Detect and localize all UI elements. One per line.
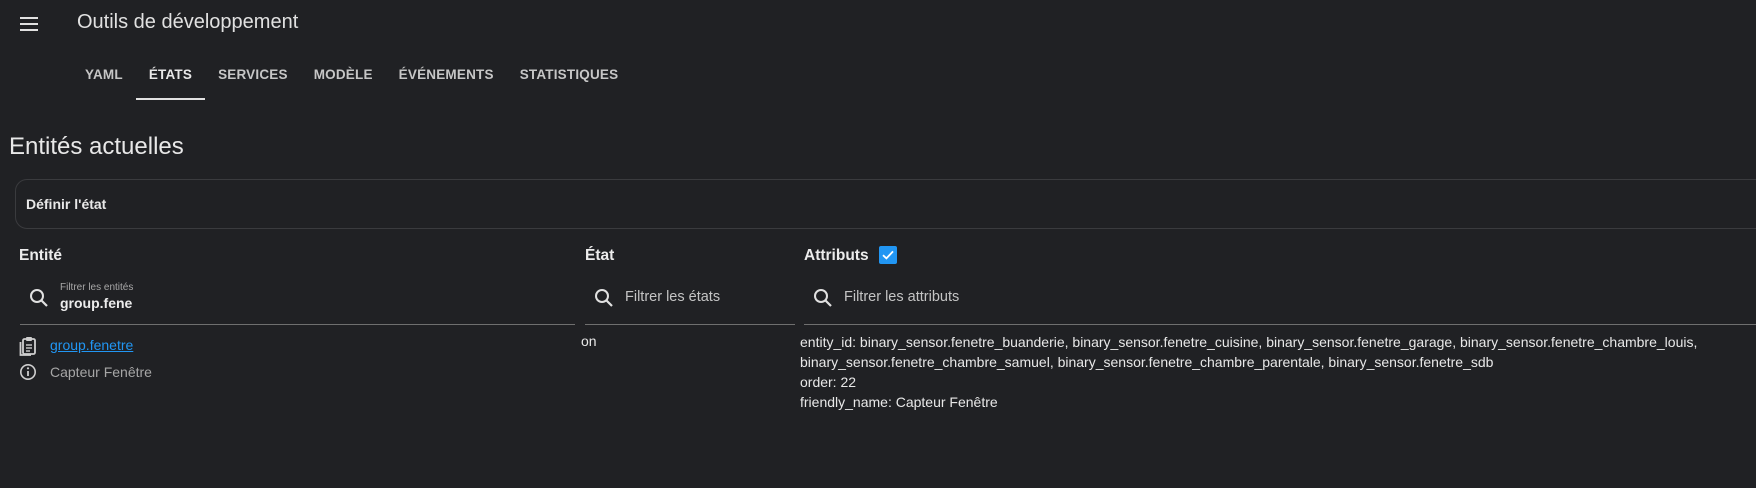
- tab-bar: YAML ÉTATS SERVICES MODÈLE ÉVÉNEMENTS ST…: [72, 56, 631, 100]
- tab-events[interactable]: ÉVÉNEMENTS: [386, 56, 507, 100]
- search-icon: [30, 289, 48, 307]
- search-icon: [814, 289, 832, 307]
- set-state-label[interactable]: Définir l'état: [26, 196, 106, 212]
- tab-services[interactable]: SERVICES: [205, 56, 301, 100]
- attributes-filter-input[interactable]: Filtrer les attributs: [844, 289, 959, 305]
- entity-state: on: [581, 333, 597, 349]
- entity-attributes: entity_id: binary_sensor.fenetre_buander…: [800, 332, 1697, 412]
- attributes-filter[interactable]: Filtrer les attributs: [804, 271, 1756, 325]
- state-filter[interactable]: Filtrer les états: [585, 271, 795, 325]
- attribute-line: binary_sensor.fenetre_chambre_samuel, bi…: [800, 354, 1494, 370]
- check-icon: [882, 250, 894, 260]
- info-icon[interactable]: [19, 363, 37, 381]
- section-title: Entités actuelles: [9, 133, 184, 160]
- page-title: Outils de développement: [77, 11, 299, 33]
- entity-friendly-name: Capteur Fenêtre: [50, 364, 152, 380]
- entity-filter-input[interactable]: group.fene: [60, 295, 132, 311]
- column-header-attributes: Attributs: [804, 247, 869, 264]
- tab-template[interactable]: MODÈLE: [301, 56, 386, 100]
- menu-icon[interactable]: [14, 10, 44, 38]
- column-header-state: État: [585, 247, 615, 264]
- column-header-entity: Entité: [19, 247, 63, 264]
- clipboard-icon[interactable]: [19, 336, 37, 356]
- state-filter-input[interactable]: Filtrer les états: [625, 289, 720, 305]
- tab-states[interactable]: ÉTATS: [135, 56, 206, 100]
- tab-statistics[interactable]: STATISTIQUES: [507, 56, 632, 100]
- entity-filter-label: Filtrer les entités: [60, 282, 134, 293]
- entity-link[interactable]: group.fenetre: [50, 337, 133, 353]
- attributes-checkbox[interactable]: [879, 246, 897, 264]
- set-state-panel[interactable]: Définir l'état: [15, 179, 1756, 229]
- entity-filter[interactable]: Filtrer les entités group.fene: [20, 271, 575, 325]
- top-bar: Outils de développement: [0, 0, 1756, 48]
- attribute-line: order: 22: [800, 374, 857, 390]
- attribute-line: entity_id: binary_sensor.fenetre_buander…: [800, 334, 1698, 350]
- tab-yaml[interactable]: YAML: [72, 56, 136, 100]
- attribute-line: friendly_name: Capteur Fenêtre: [800, 394, 998, 410]
- table-row: group.fenetre Capteur Fenêtre on entity_…: [0, 326, 1756, 416]
- search-icon: [595, 289, 613, 307]
